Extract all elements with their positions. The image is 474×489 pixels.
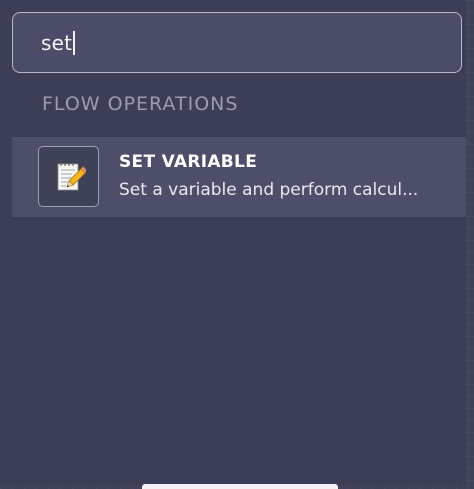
search-input[interactable]: set bbox=[12, 12, 462, 73]
result-item-set-variable[interactable]: SET VARIABLE Set a variable and perform … bbox=[12, 137, 466, 217]
search-panel: set FLOW OPERATIONS SET VARIABLE Set a v… bbox=[0, 0, 466, 485]
notepad-pencil-icon bbox=[38, 146, 99, 207]
text-caret bbox=[73, 30, 76, 55]
result-item-description: Set a variable and perform calcul... bbox=[119, 180, 419, 200]
section-header-flow-operations: FLOW OPERATIONS bbox=[42, 93, 239, 115]
search-input-value: set bbox=[41, 30, 73, 55]
result-item-title: SET VARIABLE bbox=[119, 152, 258, 172]
home-indicator bbox=[142, 484, 338, 489]
